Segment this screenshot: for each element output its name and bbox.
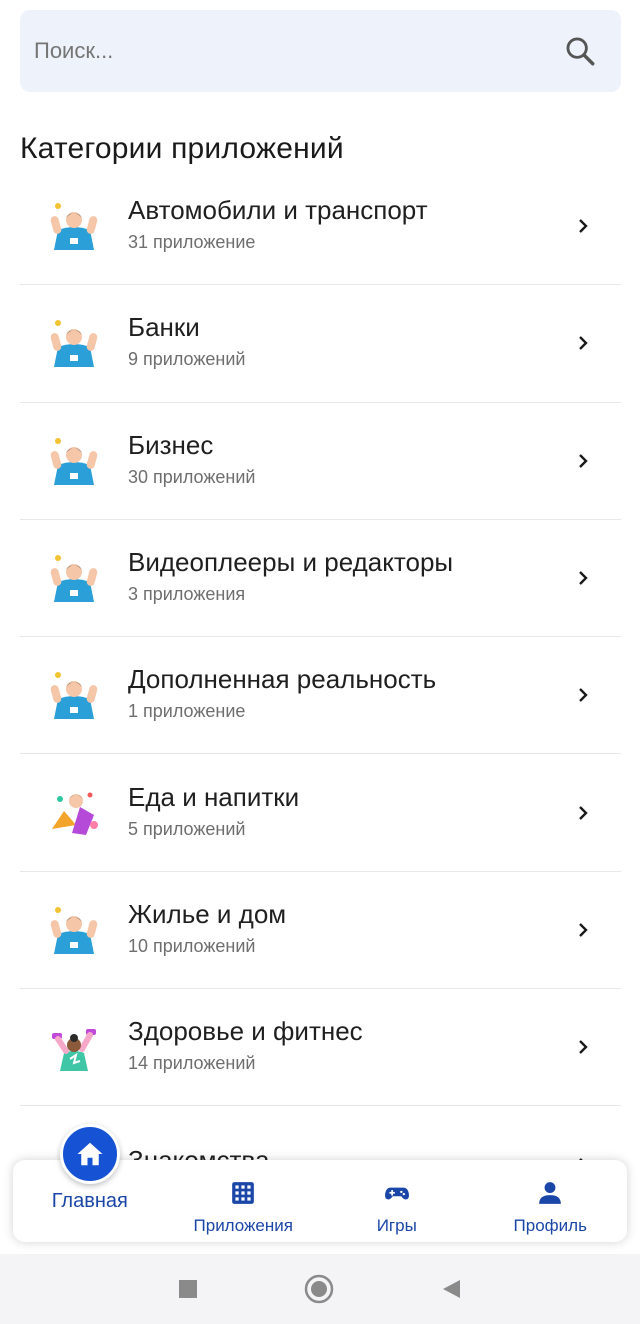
category-title: Автомобили и транспорт (128, 195, 428, 226)
category-title: Здоровье и фитнес (128, 1016, 363, 1047)
category-count: 1 приложение (128, 701, 246, 722)
category-count: 30 приложений (128, 466, 256, 487)
chevron-right-icon (579, 219, 588, 233)
nav-profile-label: Профиль (513, 1216, 587, 1235)
category-item[interactable]: Жилье и дом 10 приложений (20, 872, 621, 990)
nav-games[interactable]: Игры (320, 1160, 474, 1242)
person-cheer-icon (50, 906, 98, 954)
fitness-person-icon (52, 1029, 96, 1072)
category-item[interactable]: Еда и напитки 5 приложений (20, 754, 621, 872)
home-button[interactable] (60, 1124, 120, 1184)
nav-apps-label: Приложения (193, 1216, 293, 1235)
category-title: Еда и напитки (128, 781, 300, 812)
back-triangle-icon[interactable] (440, 1278, 462, 1300)
category-item[interactable]: Бизнес 30 приложений (20, 403, 621, 520)
person-cheer-icon (50, 437, 98, 485)
category-title: Банки (128, 312, 200, 343)
person-cheer-icon (50, 555, 98, 603)
system-nav-bar (0, 1254, 640, 1324)
nav-profile[interactable]: Профиль (474, 1160, 628, 1242)
gamepad-icon (384, 1187, 409, 1200)
chevron-right-icon (579, 688, 588, 703)
category-count: 9 приложений (128, 349, 246, 370)
chevron-right-icon (579, 336, 588, 351)
chevron-right-icon (579, 453, 588, 468)
recents-square-icon[interactable] (178, 1279, 198, 1299)
person-cheer-icon (50, 320, 98, 368)
category-title: Жилье и дом (128, 898, 287, 929)
person-cheer-icon (50, 672, 98, 720)
category-count: 31 приложение (128, 232, 256, 253)
category-item[interactable]: Дополненная реальность 1 приложение (20, 637, 621, 755)
chevron-right-icon (579, 923, 588, 937)
category-title: Видеоплееры и редакторы (128, 547, 454, 578)
category-title: Бизнес (128, 429, 214, 460)
section-title: Категории приложений (20, 132, 344, 165)
chevron-right-icon (579, 571, 588, 585)
category-list: Автомобили и транспорт 31 приложение Бан… (20, 168, 621, 1224)
category-item[interactable]: Здоровье и фитнес 14 приложений (20, 989, 621, 1107)
category-count: 14 приложений (128, 1053, 256, 1074)
category-item[interactable]: Видеоплееры и редакторы 3 приложения (20, 520, 621, 638)
home-circle-icon[interactable] (304, 1274, 334, 1304)
category-count: 10 приложений (128, 935, 256, 956)
nav-home-label: Главная (51, 1190, 128, 1212)
home-icon (77, 1142, 103, 1166)
chevron-right-icon (579, 1040, 588, 1055)
category-item[interactable]: Автомобили и транспорт 31 приложение (20, 168, 621, 286)
category-count: 3 приложения (128, 584, 246, 605)
category-item[interactable]: Банки 9 приложений (20, 285, 621, 403)
user-icon (539, 1182, 562, 1204)
category-count: 5 приложений (128, 818, 246, 839)
food-person-icon (52, 792, 98, 835)
person-cheer-icon (50, 203, 98, 251)
search-icon[interactable] (563, 34, 597, 68)
nav-home[interactable]: Главная (13, 1124, 167, 1242)
chevron-right-icon (579, 805, 588, 820)
category-title: Дополненная реальность (128, 664, 437, 695)
bottom-nav: Главная Приложения Игры Профиль (13, 1124, 628, 1242)
nav-games-label: Игры (376, 1216, 417, 1235)
apps-grid-icon (232, 1182, 255, 1204)
search-input[interactable] (34, 38, 514, 64)
nav-apps[interactable]: Приложения (167, 1160, 321, 1242)
search-bar[interactable] (20, 10, 621, 92)
